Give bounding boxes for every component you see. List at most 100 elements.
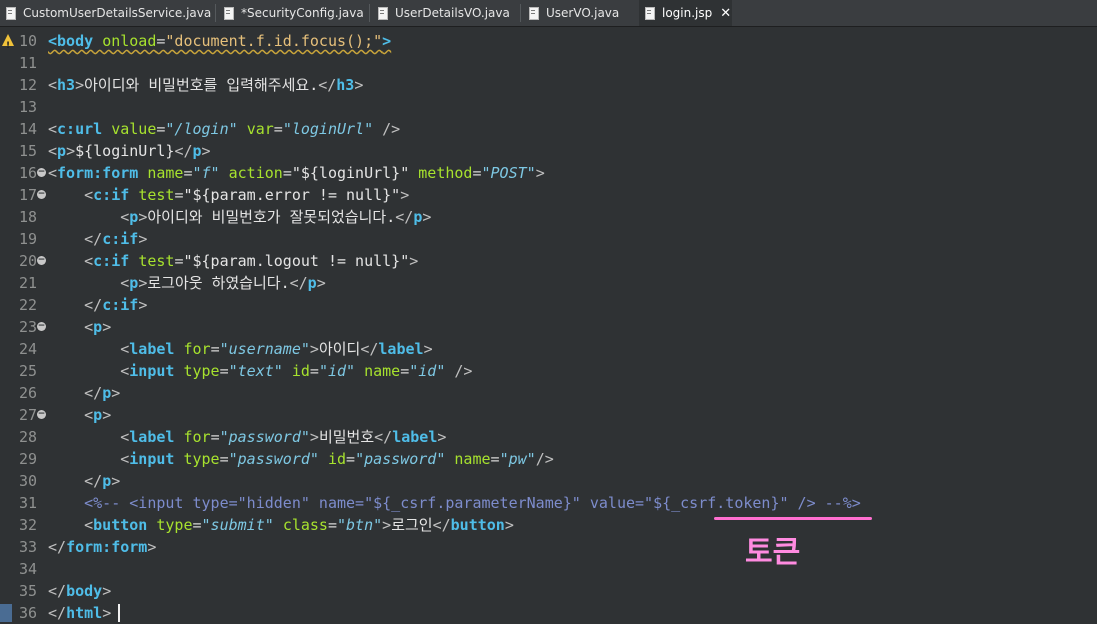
code-line[interactable]: 23− <p> — [0, 316, 1097, 338]
code-token: < — [120, 274, 130, 292]
code-line[interactable]: 18 <p>아이디와 비밀번호가 잘못되었습니다.</p> — [0, 206, 1097, 228]
code-editor[interactable]: 10<body onload="document.f.id.focus();">… — [0, 30, 1097, 624]
close-icon[interactable]: ✕ — [720, 6, 731, 21]
code-token: = — [309, 362, 319, 380]
code-token: > — [409, 252, 419, 270]
tab-separator — [369, 4, 370, 22]
code-line[interactable]: 25 <input type="text" id="id" name="id" … — [0, 360, 1097, 382]
code-line[interactable]: 13 — [0, 96, 1097, 118]
code-text: </html> — [48, 602, 111, 624]
line-number-gutter: 22 — [0, 294, 40, 316]
code-token: type — [183, 450, 220, 468]
code-token: < — [120, 362, 130, 380]
code-token: "document.f.id.focus();" — [165, 32, 383, 50]
code-line[interactable]: 34 — [0, 558, 1097, 580]
code-line[interactable]: 17− <c:if test="${param.error != null}"> — [0, 184, 1097, 206]
line-number-gutter: 20− — [0, 250, 46, 272]
fold-toggle-icon[interactable]: − — [37, 410, 46, 419]
code-token: "password" — [228, 450, 319, 468]
code-text: </p> — [48, 470, 120, 492]
line-number: 18 — [18, 208, 37, 226]
fold-toggle-icon[interactable]: − — [37, 168, 46, 177]
line-number-gutter: 28 — [0, 426, 40, 448]
code-line[interactable]: 24 <label for="username">아이디</label> — [0, 338, 1097, 360]
fold-toggle-icon[interactable]: − — [37, 322, 46, 331]
code-token: "${param.error != null}" — [183, 186, 401, 204]
code-token: onload — [102, 32, 157, 50]
code-token: for — [183, 340, 211, 358]
code-line[interactable]: 30 </p> — [0, 470, 1097, 492]
line-number-gutter: 32 — [0, 514, 40, 536]
code-token: = — [210, 340, 220, 358]
tab-userdetailsvo-java[interactable]: UserDetailsVO.java — [372, 0, 517, 26]
code-token: = — [192, 516, 202, 534]
code-line[interactable]: 12 <h3>아이디와 비밀번호를 입력해주세요.</h3> — [0, 74, 1097, 96]
code-line[interactable]: 15 <p>${loginUrl}</p> — [0, 140, 1097, 162]
code-line[interactable]: 28 <label for="password">비밀번호</label> — [0, 426, 1097, 448]
line-number-gutter: 36 — [0, 602, 40, 624]
code-line[interactable]: 16− <form:form name="f" action="${loginUr… — [0, 162, 1097, 184]
annotation-underline — [714, 517, 872, 520]
code-line[interactable]: 19 </c:if> — [0, 228, 1097, 250]
code-token: < — [84, 516, 94, 534]
code-line[interactable]: 26 </p> — [0, 382, 1097, 404]
code-line[interactable]: 32 <button type="submit" class="btn">로그인… — [0, 514, 1097, 536]
code-token: "loginUrl" — [282, 120, 374, 138]
code-line[interactable]: 22 </c:if> — [0, 294, 1097, 316]
code-token: var — [246, 120, 274, 138]
code-token: name — [147, 164, 184, 182]
code-token: = — [346, 450, 356, 468]
tab-customuserdetailsservice-java[interactable]: CustomUserDetailsService.java — [0, 0, 212, 26]
fold-toggle-icon[interactable]: − — [37, 256, 46, 265]
code-token: "submit" — [201, 516, 274, 534]
tab-uservo-java[interactable]: UserVO.java — [523, 0, 633, 26]
code-text: <label for="password">비밀번호</label> — [48, 426, 446, 448]
line-number: 35 — [18, 582, 37, 600]
code-token: > — [309, 340, 319, 358]
line-number: 12 — [18, 76, 37, 94]
code-line[interactable]: 36 </html> — [0, 602, 1097, 624]
code-token: > — [422, 208, 432, 226]
code-line[interactable]: 20− <c:if test="${param.logout != null}"… — [0, 250, 1097, 272]
code-token: > — [138, 296, 148, 314]
code-token: = — [273, 120, 283, 138]
code-token: > — [147, 538, 157, 556]
code-text: </form:form> — [48, 536, 156, 558]
code-line[interactable]: 33 </form:form> — [0, 536, 1097, 558]
code-token: p — [93, 318, 103, 336]
tab-label: login.jsp — [662, 6, 713, 20]
code-line[interactable]: 11 — [0, 52, 1097, 74]
line-number-gutter: 14 — [0, 118, 40, 140]
code-line[interactable]: 31 <%-- <input type="hidden" name="${_cs… — [0, 492, 1097, 514]
code-line[interactable]: 10 <body onload="document.f.id.focus();"> — [0, 30, 1097, 57]
warning-icon[interactable] — [2, 34, 14, 57]
fold-toggle-icon[interactable]: − — [37, 190, 46, 199]
code-token: > — [382, 32, 392, 50]
line-number-gutter: 24 — [0, 338, 40, 360]
code-token: name — [364, 362, 401, 380]
code-token: /> — [454, 362, 473, 380]
tab--securityconfig-java[interactable]: *SecurityConfig.java — [218, 0, 368, 26]
code-line[interactable]: 27− <p> — [0, 404, 1097, 426]
code-token: = — [183, 164, 193, 182]
line-number: 20 — [18, 252, 37, 270]
code-line[interactable]: 35 </body> — [0, 580, 1097, 602]
tab-separator — [520, 4, 521, 22]
code-token: > — [138, 274, 148, 292]
code-line[interactable]: 29 <input type="password" id="password" … — [0, 448, 1097, 470]
code-token: label — [378, 340, 424, 358]
code-token: test — [138, 252, 175, 270]
code-line[interactable]: 14 <c:url value="/login" var="loginUrl" /… — [0, 118, 1097, 140]
code-token: > — [423, 340, 433, 358]
code-line[interactable]: 21 <p>로그아웃 하였습니다.</p> — [0, 272, 1097, 294]
code-token: > — [309, 428, 319, 446]
tab-login-jsp[interactable]: login.jsp ✕ — [639, 0, 732, 26]
code-token: "pw" — [499, 450, 536, 468]
